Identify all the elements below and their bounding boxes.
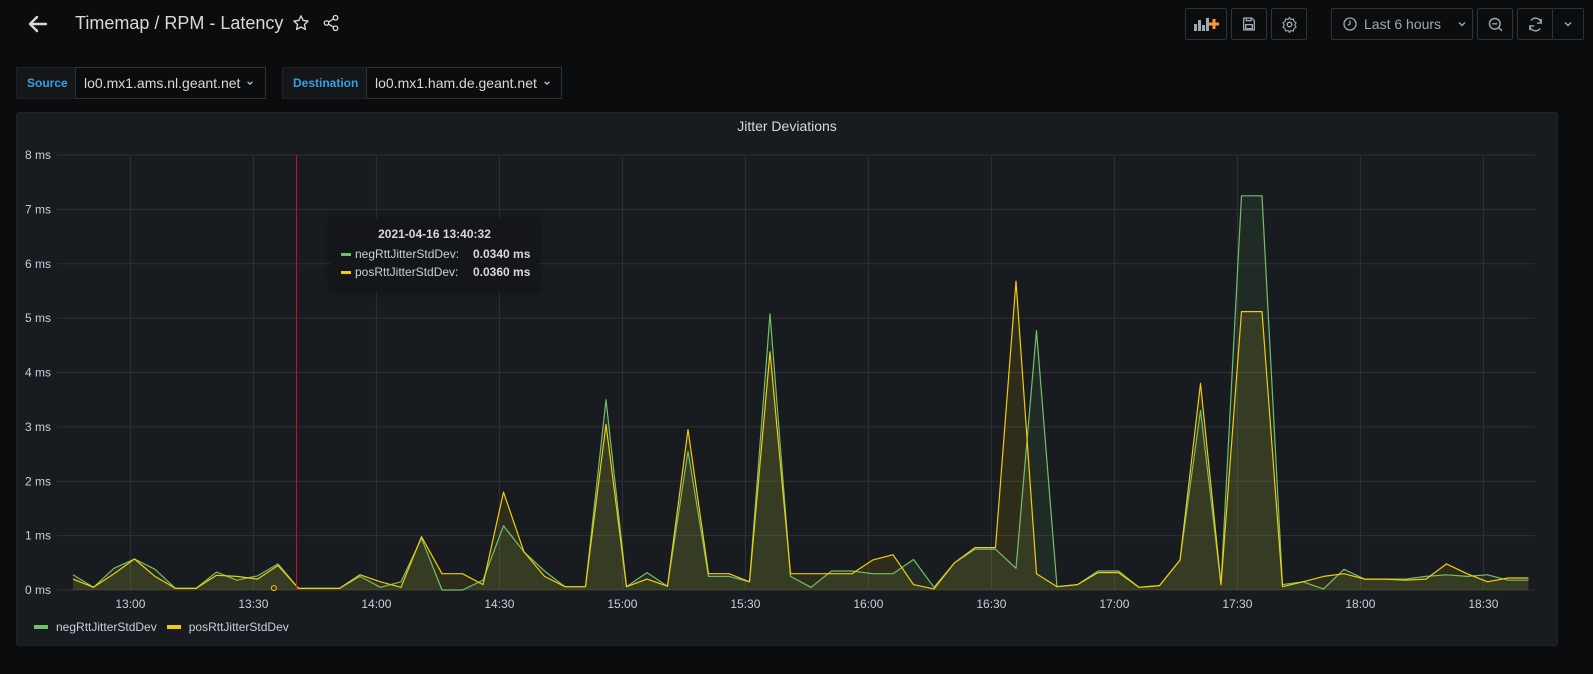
legend-swatch	[166, 625, 181, 629]
y-tick-label: 3 ms	[25, 420, 51, 434]
y-tick-label: 1 ms	[25, 529, 51, 543]
x-tick-label: 18:30	[1468, 597, 1498, 611]
tooltip-row-neg: negRttJitterStdDev: 0.0340 ms	[341, 246, 531, 262]
series-area-negRttJitterStdDev	[73, 195, 1529, 591]
tooltip-series-value: 0.0360 ms	[473, 265, 531, 279]
chart-legend: negRttJitterStdDev posRttJitterStdDev	[34, 620, 299, 634]
x-tick-label: 16:00	[853, 597, 883, 611]
x-tick-label: 18:00	[1345, 597, 1375, 611]
graph-tooltip: 2021-04-16 13:40:32 negRttJitterStdDev: …	[331, 219, 538, 291]
y-tick-label: 6 ms	[25, 257, 51, 271]
x-tick-label: 13:30	[238, 597, 268, 611]
tooltip-series-name: negRttJitterStdDev:	[355, 247, 460, 261]
series-swatch	[341, 270, 351, 274]
x-tick-label: 13:00	[115, 597, 145, 611]
y-tick-label: 5 ms	[25, 311, 51, 325]
tooltip-row-pos: posRttJitterStdDev: 0.0360 ms	[341, 264, 531, 280]
x-tick-label: 17:30	[1222, 597, 1252, 611]
y-tick-label: 2 ms	[25, 474, 51, 488]
series-line-negRttJitterStdDev	[72, 195, 1529, 591]
y-tick-label: 7 ms	[25, 202, 51, 216]
x-tick-label: 14:30	[484, 597, 514, 611]
x-tick-label: 17:00	[1099, 597, 1129, 611]
series-swatch	[341, 252, 351, 256]
y-tick-label: 0 ms	[25, 583, 51, 597]
x-tick-label: 15:00	[607, 597, 637, 611]
jitter-chart[interactable]: 0 ms 1 ms 2 ms 3 ms 4 ms 5 ms 6 ms 7 ms 8 ms 13:…	[0, 0, 1593, 674]
legend-item-neg[interactable]: negRttJitterStdDev	[34, 620, 157, 634]
x-tick-label: 16:30	[976, 597, 1006, 611]
y-tick-label: 4 ms	[25, 366, 51, 380]
tooltip-time: 2021-04-16 13:40:32	[378, 227, 491, 241]
legend-swatch	[34, 625, 48, 629]
tooltip-series-name: posRttJitterStdDev:	[355, 265, 459, 279]
tooltip-series-value: 0.0340 ms	[473, 247, 531, 261]
legend-label: posRttJitterStdDev	[188, 620, 289, 634]
x-tick-label: 14:00	[361, 597, 391, 611]
legend-item-pos[interactable]: posRttJitterStdDev	[166, 620, 289, 634]
series-area-posRttJitterStdDev	[73, 281, 1529, 590]
legend-label: negRttJitterStdDev	[56, 620, 157, 634]
series-line-posRttJitterStdDev	[72, 280, 1529, 590]
x-tick-label: 15:30	[730, 597, 760, 611]
y-tick-label: 8 ms	[25, 148, 51, 162]
